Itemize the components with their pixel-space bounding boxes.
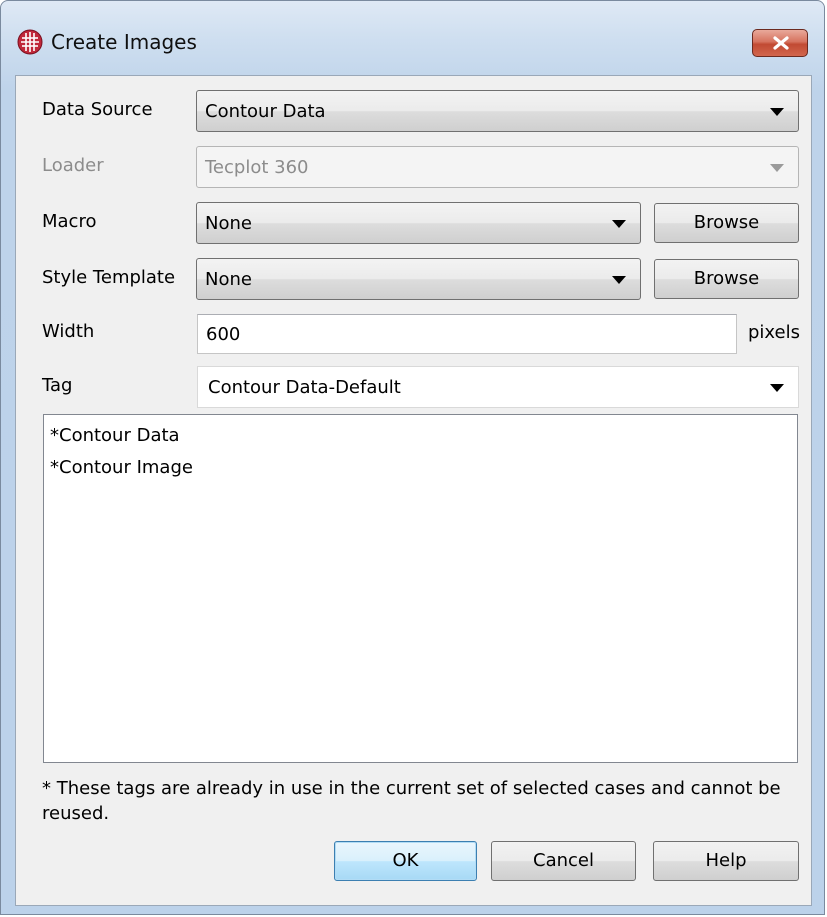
width-value: 600 xyxy=(206,324,241,345)
style-template-browse-button[interactable]: Browse xyxy=(654,259,799,299)
window-title: Create Images xyxy=(51,30,197,54)
macro-label: Macro xyxy=(42,211,97,232)
existing-tags-list[interactable]: *Contour Data *Contour Image xyxy=(43,414,798,763)
data-source-label: Data Source xyxy=(42,99,153,120)
help-button[interactable]: Help xyxy=(653,841,799,881)
ok-button[interactable]: OK xyxy=(334,841,477,881)
chevron-down-icon xyxy=(770,164,784,172)
macro-dropdown[interactable]: None xyxy=(196,202,641,244)
loader-label: Loader xyxy=(42,155,104,176)
close-button[interactable] xyxy=(752,29,808,57)
tag-value: Contour Data-Default xyxy=(208,377,401,398)
tecplot-grid-icon xyxy=(17,29,43,55)
chevron-down-icon xyxy=(770,108,784,116)
list-item[interactable]: *Contour Data xyxy=(50,423,180,449)
reuse-footnote: * These tags are already in use in the c… xyxy=(42,778,781,824)
tag-combobox[interactable]: Contour Data-Default xyxy=(197,366,799,408)
create-images-dialog: Create Images Data Source Contour Data L… xyxy=(0,0,825,915)
chevron-down-icon xyxy=(612,276,626,284)
list-item[interactable]: *Contour Image xyxy=(50,455,193,481)
macro-value: None xyxy=(205,213,252,234)
style-template-value: None xyxy=(205,269,252,290)
width-unit-label: pixels xyxy=(748,322,800,343)
width-label: Width xyxy=(42,321,95,342)
width-input[interactable]: 600 xyxy=(197,314,737,354)
close-x-icon xyxy=(773,36,789,50)
loader-value: Tecplot 360 xyxy=(205,157,309,178)
style-template-label: Style Template xyxy=(42,267,176,288)
cancel-button[interactable]: Cancel xyxy=(491,841,636,881)
macro-browse-button[interactable]: Browse xyxy=(654,203,799,243)
style-template-dropdown[interactable]: None xyxy=(196,258,641,300)
tag-label: Tag xyxy=(42,375,73,396)
dialog-body: Data Source Contour Data Loader Tecplot … xyxy=(15,75,812,906)
chevron-down-icon xyxy=(770,384,784,392)
loader-dropdown[interactable]: Tecplot 360 xyxy=(196,146,799,188)
chevron-down-icon xyxy=(612,220,626,228)
data-source-dropdown[interactable]: Contour Data xyxy=(196,90,799,132)
data-source-value: Contour Data xyxy=(205,101,326,122)
